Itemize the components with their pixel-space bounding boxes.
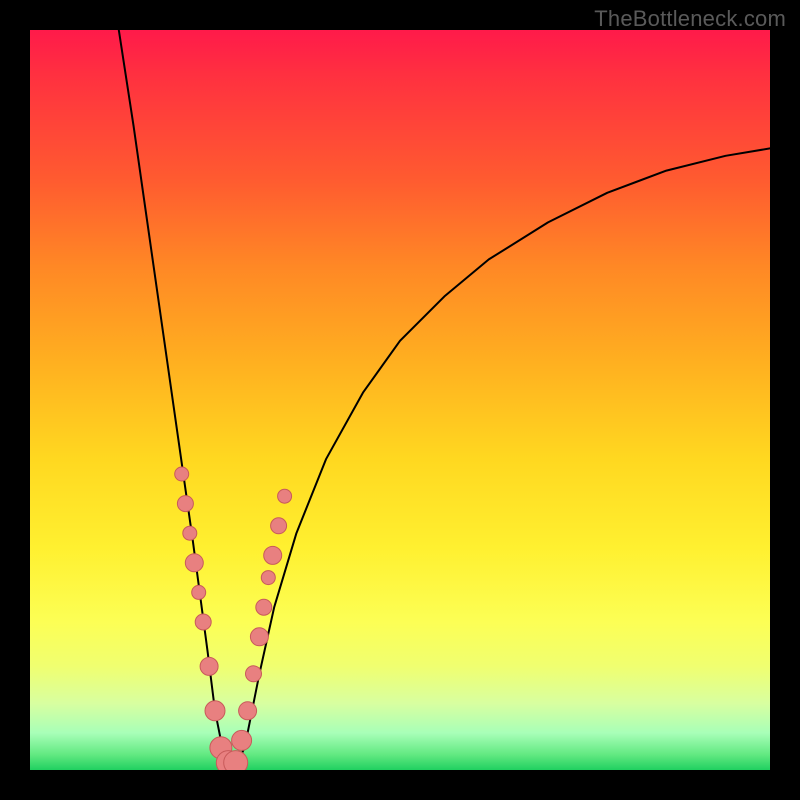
plot-area [30,30,770,770]
highlight-marker [232,730,252,750]
watermark-text: TheBottleneck.com [594,6,786,32]
highlight-marker [185,554,203,572]
outer-frame: TheBottleneck.com [0,0,800,800]
highlight-marker [239,702,257,720]
highlighted-points-group [175,467,292,770]
highlight-marker [278,489,292,503]
highlight-marker [195,614,211,630]
highlight-marker [271,518,287,534]
bottleneck-curve [119,30,770,763]
highlight-marker [250,628,268,646]
highlight-marker [224,751,248,770]
highlight-marker [192,585,206,599]
chart-svg [30,30,770,770]
highlight-marker [175,467,189,481]
highlight-marker [256,599,272,615]
highlight-marker [200,657,218,675]
highlight-marker [205,701,225,721]
highlight-marker [246,666,262,682]
highlight-marker [261,571,275,585]
highlight-marker [264,546,282,564]
highlight-marker [183,526,197,540]
highlight-marker [177,496,193,512]
